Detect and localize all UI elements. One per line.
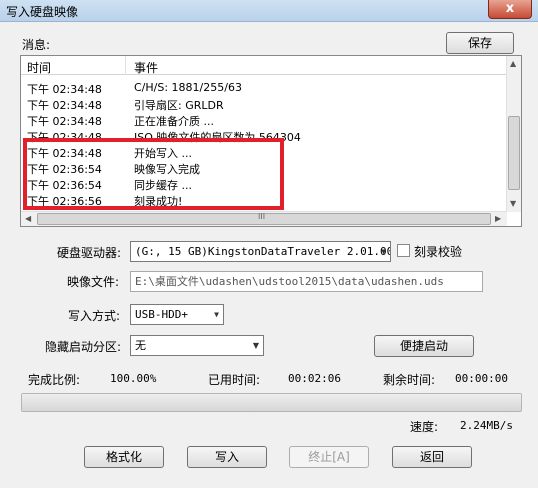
hidden-partition-select[interactable]: 无 ▼ <box>130 335 264 356</box>
highlight-annotation <box>23 138 284 210</box>
window-title: 写入硬盘映像 <box>6 5 79 19</box>
format-button[interactable]: 格式化 <box>84 446 164 468</box>
log-event: C/H/S: 1881/255/63 <box>134 81 242 94</box>
log-label: 消息: <box>22 38 51 52</box>
scroll-left-icon[interactable]: ◀ <box>25 214 31 223</box>
complete-value: 100.00% <box>110 372 157 385</box>
write-mode-select[interactable]: USB-HDD+ ▼ <box>130 304 224 325</box>
log-header: 时间 事件 <box>21 56 507 75</box>
scroll-grip-icon: III <box>258 212 266 221</box>
scroll-down-icon[interactable]: ▼ <box>510 199 516 208</box>
horizontal-scroll-thumb[interactable]: III <box>37 212 491 225</box>
abort-button[interactable]: 终止[A] <box>289 446 369 468</box>
back-button[interactable]: 返回 <box>392 446 472 468</box>
remaining-value: 00:00:00 <box>455 372 508 385</box>
vertical-scroll-thumb[interactable] <box>508 116 520 190</box>
scroll-up-icon[interactable]: ▲ <box>510 59 516 68</box>
write-mode-value: USB-HDD+ <box>135 308 188 321</box>
remaining-label: 剩余时间: <box>383 373 436 387</box>
drive-label: 硬盘驱动器: <box>57 246 122 260</box>
log-time: 下午 02:34:48 <box>27 99 102 112</box>
complete-label: 完成比例: <box>28 373 81 387</box>
speed-value: 2.24MB/s <box>460 419 513 432</box>
log-event: 引导扇区: GRLDR <box>134 99 224 112</box>
chevron-down-icon: ▼ <box>214 310 219 319</box>
title-bar: 写入硬盘映像 x <box>0 0 538 22</box>
log-row: 下午 02:34:48 引导扇区: GRLDR <box>21 96 507 112</box>
column-time: 时间 <box>27 61 52 75</box>
scroll-right-icon[interactable]: ▶ <box>495 214 501 223</box>
elapsed-value: 00:02:06 <box>288 372 341 385</box>
save-button[interactable]: 保存 <box>446 32 514 54</box>
verify-label: 刻录校验 <box>414 245 463 259</box>
log-time: 下午 02:34:48 <box>27 115 102 128</box>
log-row: 下午 02:34:48 正在准备介质 ... <box>21 112 507 128</box>
write-mode-label: 写入方式: <box>68 309 121 323</box>
vertical-scrollbar[interactable]: ▲ ▼ <box>506 56 521 212</box>
progress-bar <box>21 393 522 412</box>
chevron-down-icon: ▼ <box>381 247 386 256</box>
progress-fill <box>22 394 521 411</box>
log-time: 下午 02:34:48 <box>27 83 102 96</box>
close-button[interactable]: x <box>488 0 532 19</box>
image-file-label: 映像文件: <box>67 275 120 289</box>
hidden-partition-label: 隐藏启动分区: <box>45 340 122 354</box>
drive-value: (G:, 15 GB)KingstonDataTraveler 2.01.00 <box>135 245 391 258</box>
hidden-partition-value: 无 <box>135 339 146 352</box>
drive-select[interactable]: (G:, 15 GB)KingstonDataTraveler 2.01.00 … <box>130 241 391 262</box>
verify-checkbox[interactable] <box>397 244 410 257</box>
elapsed-label: 已用时间: <box>208 373 261 387</box>
log-row: 下午 02:34:48 C/H/S: 1881/255/63 <box>21 80 507 96</box>
speed-label: 速度: <box>410 420 439 434</box>
close-icon: x <box>505 1 515 16</box>
write-button[interactable]: 写入 <box>187 446 267 468</box>
log-event: 正在准备介质 ... <box>134 115 214 128</box>
image-file-field[interactable]: E:\桌面文件\udashen\udstool2015\data\udashen… <box>130 271 483 292</box>
quick-boot-button[interactable]: 便捷启动 <box>374 335 474 357</box>
horizontal-scrollbar[interactable]: ◀ III ▶ <box>21 211 507 226</box>
column-event: 事件 <box>134 61 159 75</box>
column-divider[interactable] <box>125 56 126 75</box>
chevron-down-icon: ▼ <box>252 341 259 350</box>
